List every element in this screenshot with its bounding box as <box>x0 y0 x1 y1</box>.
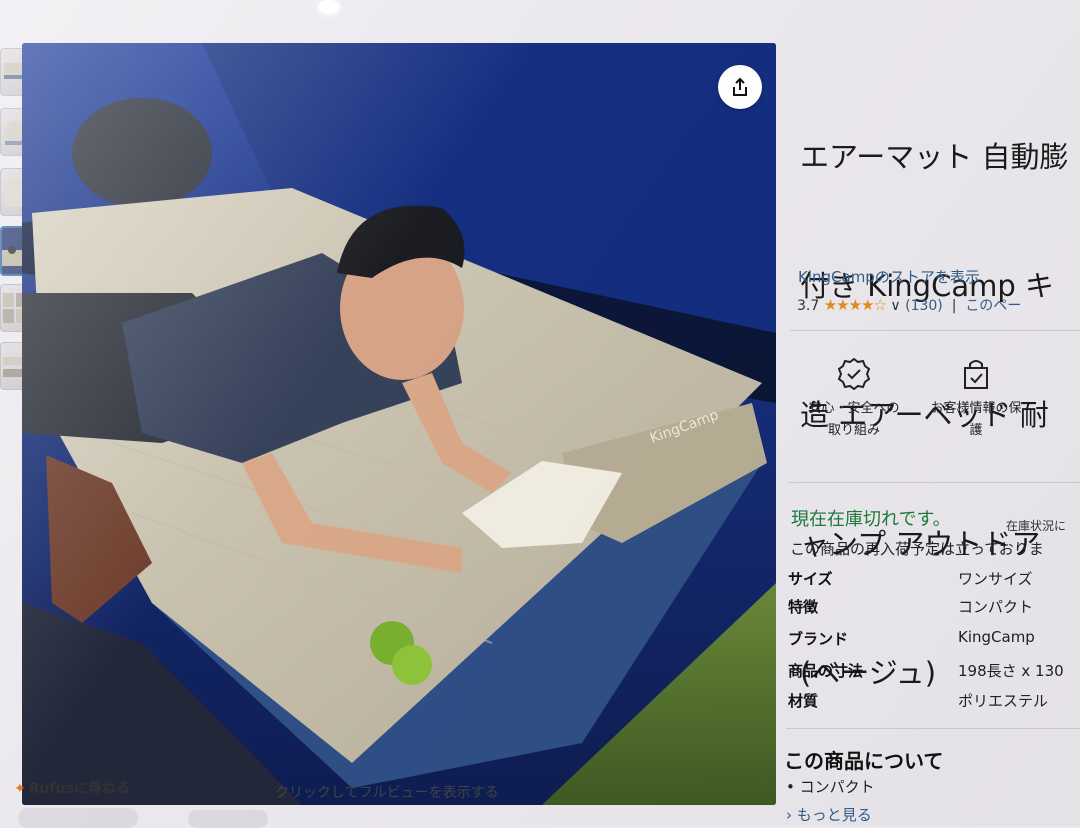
spec-row: ブランド KingCamp <box>788 628 1080 654</box>
badge-privacy[interactable]: お客様情報の保 護 <box>916 356 1036 442</box>
suggestion-chip-2[interactable] <box>188 810 268 828</box>
badge-privacy-line-1: お客様情報の保 <box>930 401 1022 416</box>
divider <box>790 330 1080 331</box>
see-more-link[interactable]: › もっと見る <box>786 804 872 825</box>
spec-value: KingCamp <box>958 628 1035 646</box>
spec-row: 商品の寸法 198長さ x 130 <box>788 660 1080 686</box>
restock-message: この商品の再入荷予定は立っておりま <box>790 540 1044 558</box>
divider <box>786 728 1080 729</box>
spec-key: サイズ <box>788 570 833 588</box>
spec-value: ワンサイズ <box>958 570 1033 588</box>
badge-privacy-line-2: 護 <box>969 423 983 438</box>
full-view-caption[interactable]: クリックしてフルビューを表示する <box>275 782 499 802</box>
spec-value: ポリエステル <box>958 692 1049 710</box>
spec-value: 198長さ x 130 <box>958 662 1064 680</box>
stock-note: 在庫状況に <box>1006 519 1067 533</box>
rating-stars-icon[interactable]: ★★★★☆ <box>824 296 887 314</box>
spec-key: 商品の寸法 <box>788 662 864 680</box>
about-bullet: • コンパクト <box>786 778 875 796</box>
spec-value: コンパクト <box>958 598 1034 616</box>
main-product-image[interactable]: KingCamp <box>22 43 776 805</box>
divider <box>788 482 1080 483</box>
spec-key: 材質 <box>788 692 819 710</box>
chevron-down-icon[interactable]: ∨ <box>890 298 900 314</box>
spec-key: ブランド <box>788 630 849 648</box>
about-section-title: この商品について <box>784 749 944 773</box>
review-count-link[interactable]: (130) <box>905 298 943 314</box>
lock-bag-icon <box>964 360 988 389</box>
spec-row: サイズ ワンサイズ <box>788 568 1080 594</box>
suggestion-chip[interactable] <box>18 808 138 828</box>
spec-row: 材質 ポリエステル <box>788 690 1080 716</box>
rating-row: 3.7 ★★★★☆ ∨ (130) | このペー <box>797 295 1021 315</box>
rufus-label: Rufusに尋ねる <box>28 781 130 797</box>
search-this-page-link[interactable]: このペー <box>965 298 1021 314</box>
light-reflection <box>318 0 340 14</box>
product-title-line-1: エアーマット 自動膨 <box>800 140 1069 174</box>
rufus-assistant-button[interactable]: ✦ Rufusに尋ねる <box>14 778 130 798</box>
badge-safety[interactable]: 安心・安全への 取り組み <box>794 356 914 442</box>
rating-separator: | <box>951 298 957 314</box>
stock-status: 現在在庫切れです。 <box>791 509 951 530</box>
sparkle-icon: ✦ <box>14 781 26 797</box>
spec-row: 特徴 コンパクト <box>788 596 1080 622</box>
store-link[interactable]: KingCampのストアを表示 <box>798 266 980 287</box>
badge-safety-line-2: 取り組み <box>827 423 880 438</box>
share-button[interactable] <box>718 65 762 109</box>
badge-safety-line-1: 安心・安全への <box>808 401 900 416</box>
shield-check-icon <box>837 357 871 391</box>
spec-key: 特徴 <box>788 598 819 616</box>
share-icon <box>733 77 747 96</box>
rating-value: 3.7 <box>797 298 820 314</box>
